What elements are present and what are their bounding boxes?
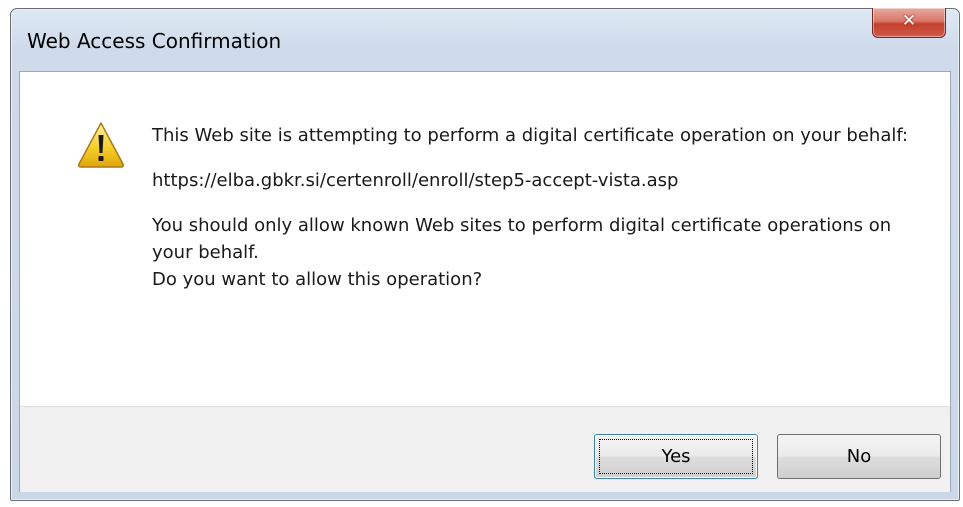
dialog-window: Web Access Confirmation ✕ This Web site … (10, 8, 960, 501)
message-area: This Web site is attempting to perform a… (20, 72, 950, 406)
yes-button-label: Yes (661, 446, 691, 467)
message-text: This Web site is attempting to perform a… (152, 122, 922, 293)
message-url: https://elba.gbkr.si/certenroll/enroll/s… (152, 170, 679, 191)
yes-button[interactable]: Yes (594, 434, 758, 479)
message-line-advice: You should only allow known Web sites to… (152, 215, 892, 263)
window-title: Web Access Confirmation (27, 29, 282, 53)
close-icon: ✕ (901, 11, 917, 31)
close-button[interactable]: ✕ (872, 8, 946, 38)
no-button[interactable]: No (777, 434, 941, 479)
dialog-client-area: This Web site is attempting to perform a… (19, 71, 951, 492)
no-button-label: No (846, 446, 872, 467)
message-line-question: Do you want to allow this operation? (152, 269, 483, 290)
title-bar[interactable]: Web Access Confirmation ✕ (11, 8, 959, 71)
warning-icon (78, 122, 124, 168)
button-bar: Yes No (20, 406, 950, 492)
message-line-intro: This Web site is attempting to perform a… (152, 125, 909, 146)
